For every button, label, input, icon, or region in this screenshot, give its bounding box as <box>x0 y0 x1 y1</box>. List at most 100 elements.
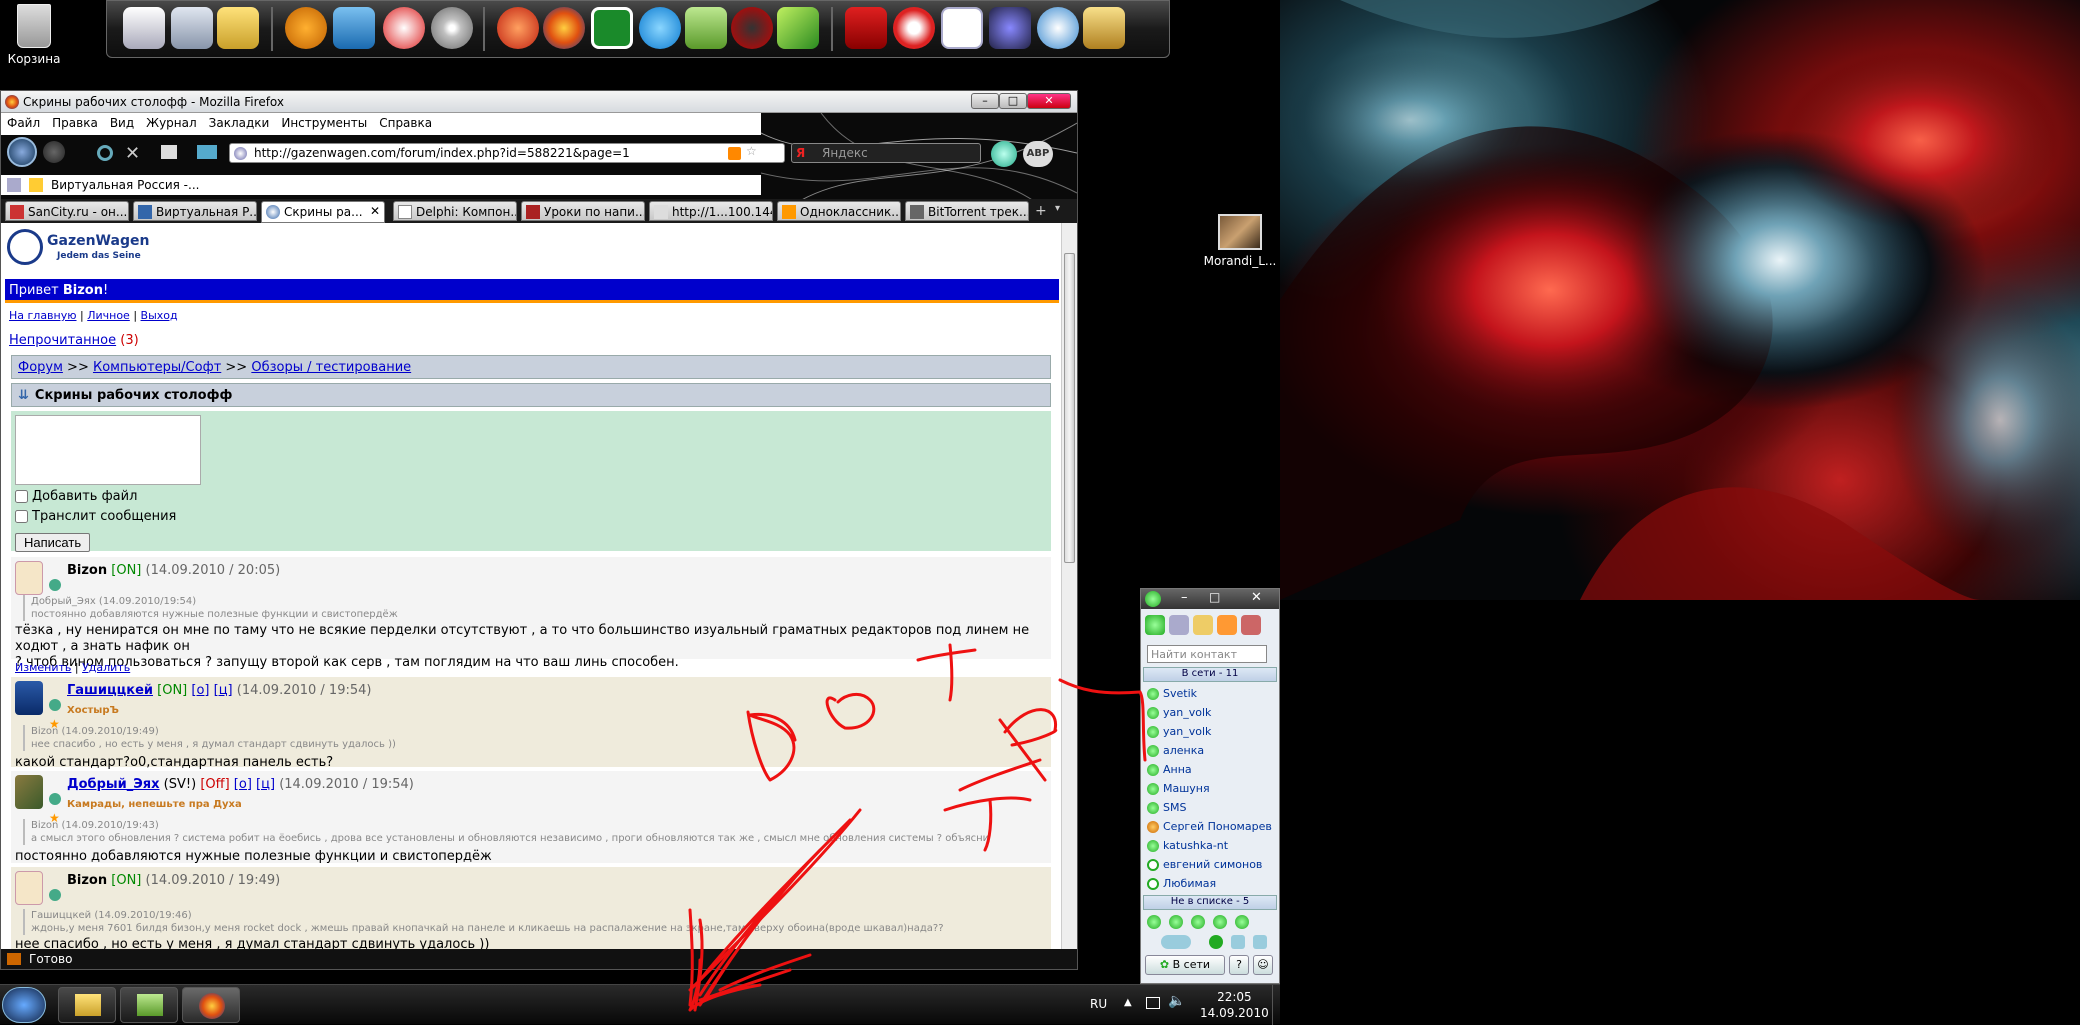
status-button[interactable]: ✿ В сети <box>1145 955 1225 975</box>
forward-button[interactable] <box>43 141 65 163</box>
contact-item[interactable]: Любимая <box>1147 877 1216 890</box>
breadcrumb-forum[interactable]: Форум <box>18 360 63 375</box>
contact-item[interactable]: Анна <box>1147 763 1192 776</box>
contact-search-input[interactable]: Найти контакт <box>1147 645 1267 663</box>
tab-lessons[interactable]: Уроки по напи... <box>521 201 645 221</box>
post-author[interactable]: Добрый_Эях <box>67 777 160 792</box>
utorrent-icon[interactable] <box>591 7 633 49</box>
menu-file[interactable]: Файл <box>1 113 46 133</box>
tab-ip[interactable]: http://1...100.144/ <box>649 201 773 221</box>
opera-like-icon[interactable] <box>497 7 539 49</box>
adblock-icon[interactable]: ABP <box>1023 141 1053 167</box>
tab-virtual-russia[interactable]: Виртуальная Р... <box>133 201 257 221</box>
folder-icon[interactable] <box>1217 615 1237 635</box>
contact-item[interactable]: SMS <box>1147 801 1186 814</box>
status-away-icon[interactable] <box>1191 915 1205 929</box>
link-logout[interactable]: Выход <box>141 309 178 322</box>
back-button[interactable] <box>7 137 37 167</box>
quote-link[interactable]: [ц] <box>214 683 233 698</box>
unread-link[interactable]: Непрочитанное <box>9 333 116 348</box>
contacts-icon[interactable] <box>1145 615 1165 635</box>
user-button[interactable]: ☺ <box>1253 955 1273 975</box>
menu-bookmarks[interactable]: Закладки <box>203 113 276 133</box>
start-button[interactable] <box>2 987 46 1023</box>
language-indicator[interactable]: RU <box>1090 997 1107 1011</box>
private-message-link[interactable]: [о] <box>234 777 252 792</box>
rss-icon[interactable] <box>728 147 741 160</box>
contact-item[interactable]: yan_volk <box>1147 725 1211 738</box>
menu-tools[interactable]: Инструменты <box>275 113 373 133</box>
contact-item[interactable]: Svetik <box>1147 687 1197 700</box>
home-icon[interactable] <box>161 145 177 159</box>
phone-icon[interactable] <box>685 7 727 49</box>
menu-view[interactable]: Вид <box>104 113 140 133</box>
scrollbar-thumb[interactable] <box>1064 253 1075 563</box>
edit-link[interactable]: Изменить <box>15 661 71 674</box>
close-button[interactable]: ✕ <box>1027 93 1071 109</box>
settings-icon[interactable] <box>1231 935 1245 949</box>
recycle-bin[interactable]: Корзина <box>4 4 64 66</box>
tab-odnoklassniki[interactable]: Одноклассник... <box>777 201 901 221</box>
contact-item[interactable]: Сергей Пономарев <box>1147 820 1272 833</box>
yellow-folder-icon[interactable] <box>217 7 259 49</box>
translit-input[interactable] <box>15 510 28 523</box>
infinity-icon[interactable] <box>989 7 1031 49</box>
contact-item[interactable]: аленка <box>1147 744 1204 757</box>
offline-group-header[interactable]: Не в списке - 5 <box>1143 895 1277 910</box>
link-personal[interactable]: Личное <box>87 309 130 322</box>
close-button[interactable]: ✕ <box>1251 590 1262 605</box>
aimp-icon[interactable] <box>285 7 327 49</box>
menu-icon[interactable] <box>1253 935 1267 949</box>
status-dnd-icon[interactable] <box>1235 915 1249 929</box>
maximize-button[interactable]: □ <box>1209 590 1220 604</box>
submit-button[interactable]: Написать <box>15 533 91 552</box>
delete-link[interactable]: Удалить <box>82 661 130 674</box>
nav-arrows-icon[interactable] <box>1161 935 1191 949</box>
bookmark-item[interactable]: Виртуальная Россия -... <box>51 178 199 192</box>
private-message-link[interactable]: [о] <box>191 683 209 698</box>
taskbar-explorer[interactable] <box>58 987 116 1023</box>
search-bar[interactable]: Я Яндекс <box>791 143 981 163</box>
bookmark-panel-icon[interactable] <box>197 145 217 159</box>
sound-icon[interactable] <box>1193 615 1213 635</box>
new-tab-button[interactable]: + <box>1035 203 1047 219</box>
tray-expand-icon[interactable]: ▲ <box>1124 997 1132 1008</box>
flash-icon[interactable] <box>845 7 887 49</box>
desktop-file[interactable]: Morandi_L... <box>1200 214 1280 268</box>
page-scrollbar[interactable] <box>1061 223 1077 949</box>
bookmark-folder-icon[interactable] <box>7 178 21 192</box>
breadcrumb-computers[interactable]: Компьютеры/Софт <box>93 360 221 375</box>
post-author[interactable]: Bizon <box>67 873 107 888</box>
contact-item[interactable]: евгений симонов <box>1147 858 1262 871</box>
menu-history[interactable]: Журнал <box>140 113 203 133</box>
volume-icon[interactable]: 🔈 <box>1168 993 1185 1009</box>
minimize-button[interactable]: – <box>971 93 999 109</box>
help-button[interactable]: ? <box>1229 955 1249 975</box>
online-group-header[interactable]: В сети - 11 <box>1143 667 1277 682</box>
tab-close-icon[interactable]: ✕ <box>370 204 380 218</box>
history-icon[interactable] <box>1169 615 1189 635</box>
taskbar-phone[interactable] <box>120 987 178 1023</box>
cd-icon[interactable] <box>431 7 473 49</box>
translit-checkbox[interactable]: Транслит сообщения <box>15 509 176 524</box>
folder-icon[interactable] <box>171 7 213 49</box>
settings-icon[interactable] <box>1037 7 1079 49</box>
maximize-button[interactable]: □ <box>999 93 1027 109</box>
media-icon[interactable] <box>383 7 425 49</box>
reply-textarea[interactable] <box>15 415 201 485</box>
bank-icon[interactable] <box>893 7 935 49</box>
phone-icon[interactable] <box>1209 935 1223 949</box>
tab-delphi[interactable]: Delphi: Компон... <box>393 201 517 221</box>
contact-item[interactable]: katushka-nt <box>1147 839 1228 852</box>
7zip-icon[interactable] <box>1083 7 1125 49</box>
minimize-button[interactable]: – <box>1181 590 1188 605</box>
tab-screens[interactable]: Скрины ра... ✕ <box>261 201 385 223</box>
reload-icon[interactable] <box>97 145 113 161</box>
calendar-icon[interactable] <box>1241 615 1261 635</box>
add-file-checkbox[interactable]: Добавить файл <box>15 489 137 504</box>
firefox-icon[interactable] <box>543 7 585 49</box>
status-chat-icon[interactable] <box>1169 915 1183 929</box>
network-icon[interactable] <box>1146 997 1160 1009</box>
skype-addon-icon[interactable] <box>991 141 1017 167</box>
taskbar-firefox[interactable] <box>182 987 240 1023</box>
